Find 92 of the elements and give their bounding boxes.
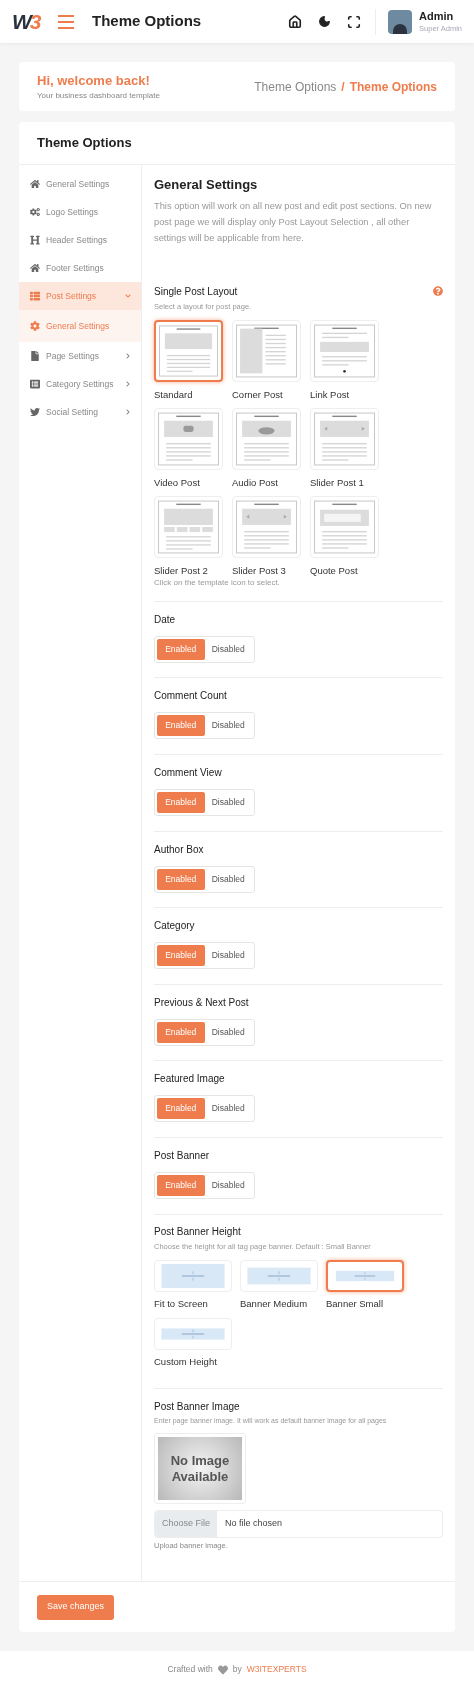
sidebar-item[interactable]: Header Settings (19, 226, 141, 254)
field-label: Date (154, 612, 177, 627)
field-label: Category (154, 919, 196, 934)
field-label: Comment Count (154, 689, 228, 704)
toggle-option[interactable]: Enabled (157, 1174, 205, 1196)
layout-option[interactable] (154, 319, 223, 382)
layout-label: Corner Post (232, 387, 284, 402)
welcome-subtitle: Your business dashboard template (37, 90, 160, 103)
chevron-right-icon (125, 409, 131, 415)
chevron-down-icon (125, 293, 131, 299)
brand-link[interactable]: W3ITEXPERTS (246, 1663, 307, 1676)
menu-item-icon (30, 407, 40, 417)
section-description: This option will work on all new post and edit post sections. On new post page we will display only Post Layout Selection , all other settings will be applicable from here. (154, 199, 433, 245)
sidebar-item[interactable]: Footer Settings (19, 254, 141, 282)
moon-icon[interactable] (318, 15, 332, 28)
field-note: Click on the template icon to select. (154, 576, 281, 589)
sidebar-item[interactable]: Post Settings (19, 282, 141, 310)
layout-label: Audio Post (232, 475, 279, 490)
toggle-option[interactable]: Enabled (157, 1098, 205, 1120)
layout-preview-drawing (314, 411, 375, 466)
layout-preview-drawing (236, 411, 297, 466)
toggle-option[interactable]: Enabled (157, 791, 205, 813)
sidebar-item[interactable]: General Settings (19, 170, 141, 198)
field-label: Single Post Layout (154, 284, 238, 299)
chevron-right-icon (125, 353, 131, 359)
layout-label: Video Post (154, 475, 201, 490)
menu-item-icon (30, 263, 40, 273)
banner-label: Banner Small (326, 1296, 385, 1311)
choose-file-button[interactable]: Choose File (155, 1511, 218, 1537)
toggle-option[interactable]: Enabled (157, 868, 205, 890)
file-status: No file chosen (225, 1517, 283, 1531)
toggle-option[interactable]: Enabled (157, 638, 205, 660)
banner-label: Fit to Screen (154, 1296, 209, 1311)
field-label: Featured Image (154, 1072, 226, 1087)
avatar[interactable] (388, 9, 413, 34)
layout-label: Slider Post 3 (232, 563, 287, 578)
toggle-option[interactable]: Enabled (157, 715, 205, 737)
heart-icon (217, 1664, 228, 1675)
menu-item-icon (30, 351, 40, 361)
layout-preview-drawing (314, 323, 375, 378)
banner-option[interactable] (326, 1259, 404, 1292)
layout-label: Slider Post 1 (310, 475, 365, 490)
user-name: Admin (419, 9, 455, 24)
card-title: Theme Options (37, 134, 132, 153)
footer-text: Crafted with (167, 1663, 213, 1676)
layout-preview-drawing (159, 324, 218, 377)
toggle-option[interactable]: Enabled (157, 945, 205, 967)
file-input[interactable]: Choose File No file chosen (154, 1510, 443, 1538)
welcome-title: Hi, welcome back! (37, 71, 151, 90)
sidebar-item[interactable]: Page Settings (19, 342, 141, 370)
layout-label: Quote Post (310, 563, 359, 578)
field-label: Post Banner Height (154, 1224, 242, 1239)
sidebar-item[interactable]: Social Setting (19, 398, 141, 426)
menu-item-icon (30, 379, 40, 389)
breadcrumb-link[interactable]: Theme Options (254, 77, 337, 96)
banner-label: Banner Medium (240, 1296, 309, 1311)
section-title: General Settings (154, 176, 259, 194)
toggle-option[interactable]: Enabled (157, 1021, 205, 1043)
field-label: Author Box (154, 842, 205, 857)
logo: W3 (12, 11, 42, 32)
layout-preview-drawing (314, 499, 375, 554)
gear-icon (30, 321, 40, 331)
layout-label: Link Post (310, 387, 351, 402)
page-title: Theme Options (92, 11, 202, 32)
footer-by: by (232, 1663, 242, 1676)
home-icon[interactable] (288, 14, 303, 29)
save-button[interactable]: Save changes (37, 1594, 115, 1620)
sidebar-subitem[interactable]: General Settings (19, 310, 141, 342)
field-label: Previous & Next Post (154, 995, 250, 1010)
layout-label: Slider Post 2 (154, 563, 209, 578)
field-label: Comment View (154, 765, 223, 780)
layout-preview-drawing (158, 411, 219, 466)
menu-item-icon (30, 207, 40, 217)
layout-preview-drawing (158, 499, 219, 554)
banner-label: Custom Height (154, 1354, 218, 1369)
layout-preview-drawing (236, 499, 297, 554)
field-label: Post Banner (154, 1148, 211, 1163)
sidebar-item[interactable]: Category Settings (19, 370, 141, 398)
menu-item-icon (30, 291, 40, 301)
layout-preview-drawing (236, 323, 297, 378)
layout-label: Standard (154, 387, 194, 402)
sidebar-item[interactable]: Logo Settings (19, 198, 141, 226)
breadcrumb-link[interactable]: Theme Options (349, 77, 437, 96)
placeholder-text: No Image Available (169, 1452, 231, 1485)
breadcrumb-separator: / (341, 78, 345, 96)
field-label: Post Banner Image (154, 1399, 241, 1414)
chevron-right-icon (125, 381, 131, 387)
menu-icon[interactable] (58, 14, 74, 29)
help-icon[interactable] (433, 286, 443, 296)
fullscreen-icon[interactable] (347, 14, 362, 29)
menu-item-icon (30, 179, 40, 189)
menu-item-icon (30, 235, 40, 245)
